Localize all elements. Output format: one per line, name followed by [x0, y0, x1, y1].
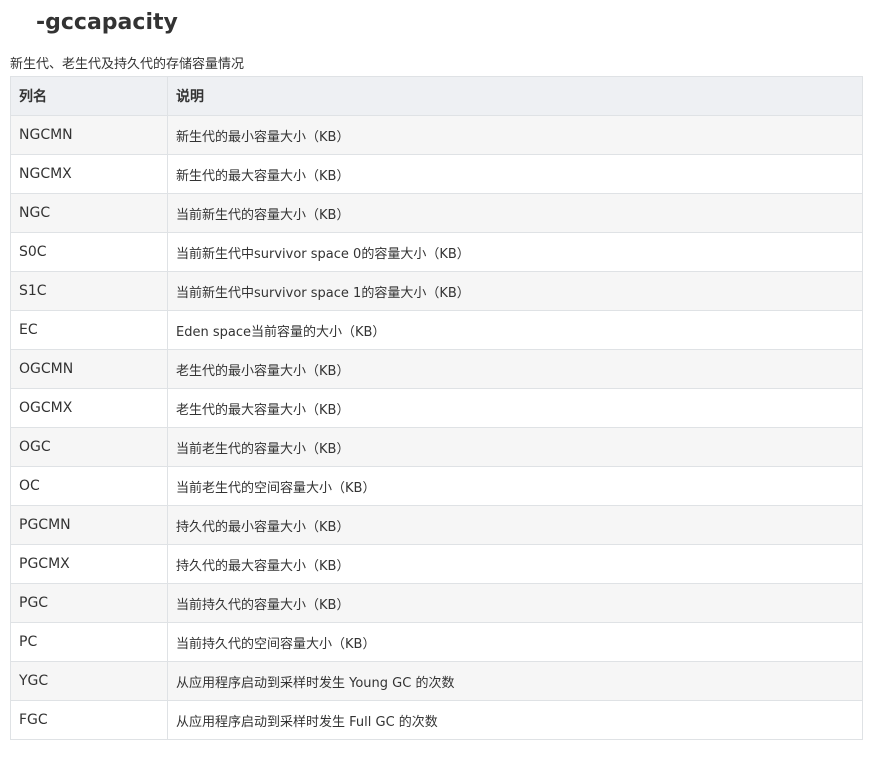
description-cell: 持久代的最小容量大小（KB） [167, 505, 863, 545]
table-row: PGC 当前持久代的容量大小（KB） [10, 583, 863, 623]
column-name-cell: PGCMN [10, 505, 168, 545]
description-cell: 老生代的最大容量大小（KB） [167, 388, 863, 428]
column-name-cell: NGC [10, 193, 168, 233]
column-name-cell: EC [10, 310, 168, 350]
gccapacity-table: 列名 说明 NGCMN 新生代的最小容量大小（KB） NGCMX 新生代的最大容… [10, 76, 863, 740]
table-row: YGC 从应用程序启动到采样时发生 Young GC 的次数 [10, 661, 863, 701]
table-header-row: 列名 说明 [10, 76, 863, 116]
description-cell: 当前新生代中survivor space 1的容量大小（KB） [167, 271, 863, 311]
column-name-cell: OGC [10, 427, 168, 467]
column-name-cell: PGC [10, 583, 168, 623]
column-name-cell: NGCMX [10, 154, 168, 194]
description-cell: 新生代的最小容量大小（KB） [167, 115, 863, 155]
column-name-cell: FGC [10, 700, 168, 740]
table-row: OGCMX 老生代的最大容量大小（KB） [10, 388, 863, 428]
table-row: S1C 当前新生代中survivor space 1的容量大小（KB） [10, 271, 863, 311]
column-name-cell: NGCMN [10, 115, 168, 155]
column-name-cell: OGCMN [10, 349, 168, 389]
table-header: 列名 说明 [10, 76, 863, 116]
description-cell: 当前老生代的空间容量大小（KB） [167, 466, 863, 506]
section-description: 新生代、老生代及持久代的存储容量情况 [10, 57, 245, 72]
description-cell: 当前持久代的空间容量大小（KB） [167, 622, 863, 662]
column-name-cell: OGCMX [10, 388, 168, 428]
table-body: NGCMN 新生代的最小容量大小（KB） NGCMX 新生代的最大容量大小（KB… [10, 115, 863, 740]
description-cell: 当前持久代的容量大小（KB） [167, 583, 863, 623]
description-cell: 从应用程序启动到采样时发生 Young GC 的次数 [167, 661, 863, 701]
page-title: -gccapacity [36, 10, 178, 35]
column-name-cell: S1C [10, 271, 168, 311]
column-header-name: 列名 [10, 76, 168, 116]
description-cell: 当前老生代的容量大小（KB） [167, 427, 863, 467]
table-row: NGC 当前新生代的容量大小（KB） [10, 193, 863, 233]
table-row: PC 当前持久代的空间容量大小（KB） [10, 622, 863, 662]
column-name-cell: PC [10, 622, 168, 662]
table-row: FGC 从应用程序启动到采样时发生 Full GC 的次数 [10, 700, 863, 740]
table-row: OC 当前老生代的空间容量大小（KB） [10, 466, 863, 506]
description-cell: 当前新生代的容量大小（KB） [167, 193, 863, 233]
table-row: EC Eden space当前容量的大小（KB） [10, 310, 863, 350]
description-cell: 新生代的最大容量大小（KB） [167, 154, 863, 194]
description-cell: 当前新生代中survivor space 0的容量大小（KB） [167, 232, 863, 272]
description-cell: 老生代的最小容量大小（KB） [167, 349, 863, 389]
description-cell: 从应用程序启动到采样时发生 Full GC 的次数 [167, 700, 863, 740]
table-row: OGC 当前老生代的容量大小（KB） [10, 427, 863, 467]
table-row: PGCMX 持久代的最大容量大小（KB） [10, 544, 863, 584]
column-header-description: 说明 [167, 76, 863, 116]
table-row: NGCMX 新生代的最大容量大小（KB） [10, 154, 863, 194]
description-cell: 持久代的最大容量大小（KB） [167, 544, 863, 584]
column-name-cell: YGC [10, 661, 168, 701]
column-name-cell: PGCMX [10, 544, 168, 584]
column-name-cell: S0C [10, 232, 168, 272]
description-cell: Eden space当前容量的大小（KB） [167, 310, 863, 350]
table-row: OGCMN 老生代的最小容量大小（KB） [10, 349, 863, 389]
column-name-cell: OC [10, 466, 168, 506]
table-row: S0C 当前新生代中survivor space 0的容量大小（KB） [10, 232, 863, 272]
table-row: PGCMN 持久代的最小容量大小（KB） [10, 505, 863, 545]
table-row: NGCMN 新生代的最小容量大小（KB） [10, 115, 863, 155]
